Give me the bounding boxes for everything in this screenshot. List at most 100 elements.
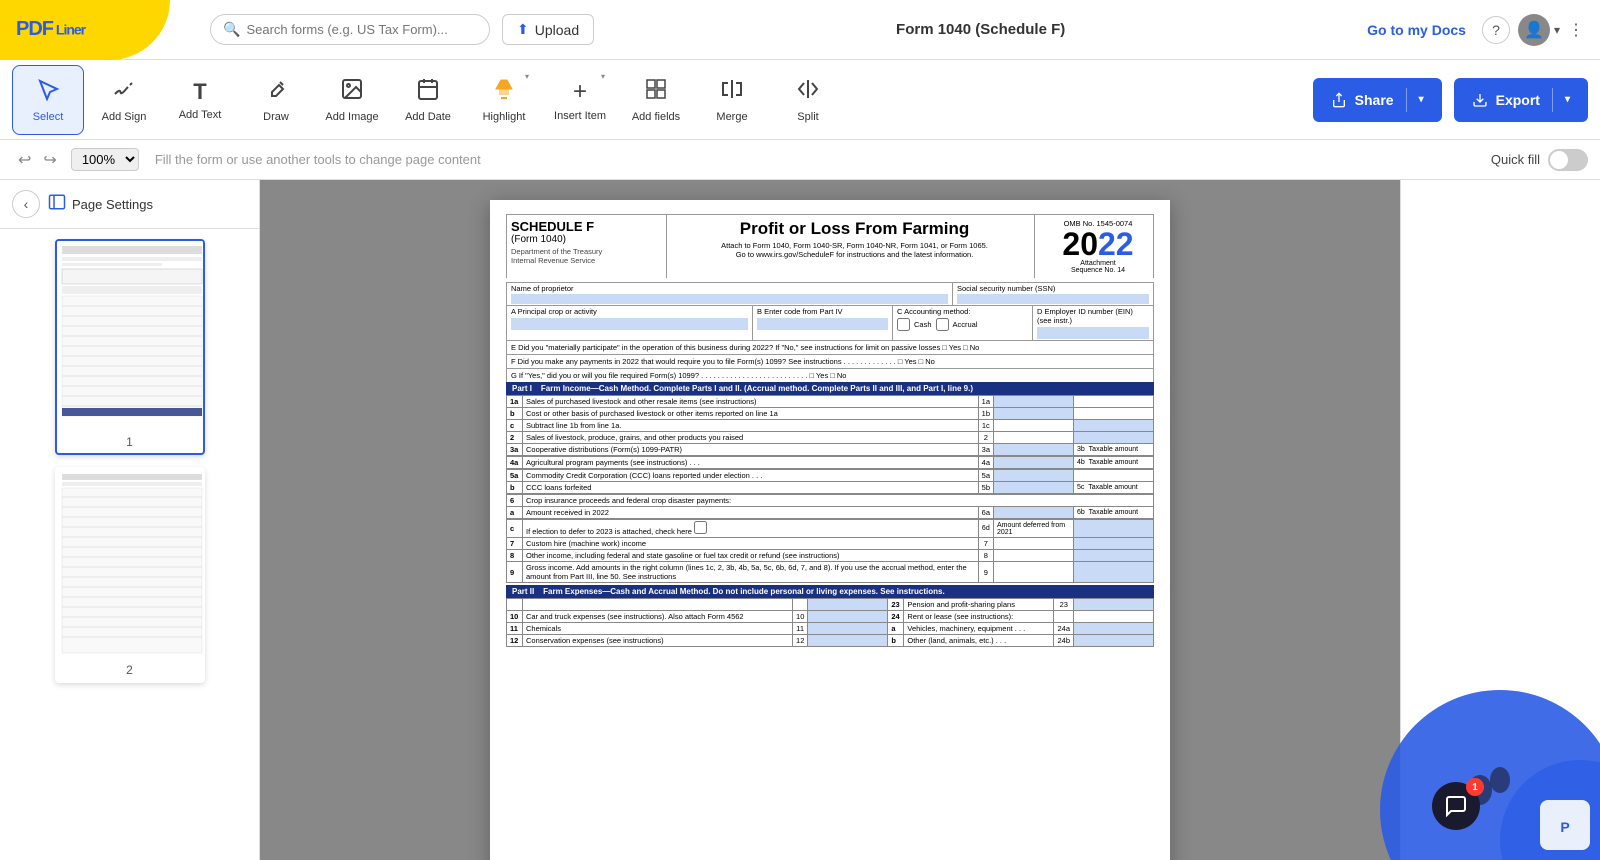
upload-button[interactable]: ⬆ Upload	[502, 14, 594, 45]
row-8: 8 Other income, including federal and st…	[507, 550, 1154, 562]
d-field[interactable]	[1037, 327, 1149, 339]
help-button[interactable]: ?	[1482, 16, 1510, 44]
field-7[interactable]	[1074, 538, 1154, 550]
name-field[interactable]	[511, 294, 948, 304]
field-6a[interactable]	[994, 507, 1074, 519]
row-9: 9 Gross income. Add amounts in the right…	[507, 562, 1154, 583]
more-options-icon[interactable]: ⋮	[1568, 20, 1584, 40]
field-2-right[interactable]	[1074, 432, 1154, 444]
draw-tool[interactable]: Draw	[240, 65, 312, 135]
field-5a-right	[1074, 470, 1154, 482]
name-ssn-row: Name of proprietor Social security numbe…	[506, 282, 1154, 305]
accrual-label: Accrual	[953, 320, 978, 329]
split-label: Split	[797, 111, 818, 123]
cash-checkbox[interactable]	[897, 318, 910, 331]
defer-checkbox[interactable]	[694, 521, 707, 534]
field-11[interactable]	[808, 623, 888, 635]
page-num-1: 1	[57, 431, 203, 453]
highlight-tool[interactable]: Highlight ▾	[468, 65, 540, 135]
main-area: ‹ Page Settings	[0, 180, 1600, 860]
income-table: 1a Sales of purchased livestock and othe…	[506, 395, 1154, 583]
add-date-label: Add Date	[405, 111, 451, 123]
a-field[interactable]	[511, 318, 748, 330]
expense-field-empty[interactable]	[808, 599, 888, 611]
field-1a-right	[1074, 396, 1154, 408]
add-fields-tool[interactable]: Add fields	[620, 65, 692, 135]
export-button[interactable]: Export ▾	[1454, 78, 1588, 122]
field-10[interactable]	[808, 611, 888, 623]
upload-label: Upload	[535, 22, 579, 38]
field-23[interactable]	[1074, 599, 1154, 611]
field-3a[interactable]	[994, 444, 1074, 456]
field-1c-right[interactable]	[1074, 420, 1154, 432]
document-area[interactable]: SCHEDULE F (Form 1040) Department of the…	[260, 180, 1400, 860]
split-icon	[796, 77, 820, 107]
a-label: A Principal crop or activity	[511, 307, 748, 316]
expense-header-row: 23 Pension and profit-sharing plans 23	[507, 599, 1154, 611]
field-1c	[994, 420, 1074, 432]
search-bar[interactable]: 🔍	[210, 14, 490, 45]
toolbar: Select Add Sign T Add Text Draw	[0, 60, 1600, 140]
chat-bubble[interactable]: 1	[1432, 782, 1480, 830]
page-thumb-1-preview	[57, 241, 203, 431]
page-settings-icon	[48, 193, 66, 216]
share-button[interactable]: Share ▾	[1313, 78, 1442, 122]
draw-icon	[264, 77, 288, 107]
row-6c: c If election to defer to 2023 is attach…	[507, 520, 1154, 538]
add-image-icon	[340, 77, 364, 107]
field-4a[interactable]	[994, 457, 1074, 469]
f-text: F Did you make any payments in 2022 that…	[511, 357, 935, 366]
row-7: 7 Custom hire (machine work) income 7	[507, 538, 1154, 550]
ssn-field[interactable]	[957, 294, 1149, 304]
merge-tool[interactable]: Merge	[696, 65, 768, 135]
b-label: B Enter code from Part IV	[757, 307, 888, 316]
add-image-label: Add Image	[325, 111, 378, 123]
undo-button[interactable]: ↩	[12, 146, 37, 174]
zoom-select[interactable]: 100% 75% 125% 150%	[71, 148, 139, 171]
add-text-icon: T	[193, 79, 206, 105]
b-field[interactable]	[757, 318, 888, 330]
page-thumb-1[interactable]: 1	[55, 239, 205, 455]
field-9[interactable]	[1074, 562, 1154, 583]
collapse-sidebar-button[interactable]: ‹	[12, 190, 40, 218]
cash-label: Cash	[914, 320, 932, 329]
add-text-tool[interactable]: T Add Text	[164, 65, 236, 135]
page-settings-button[interactable]: Page Settings	[48, 193, 153, 216]
field-12[interactable]	[808, 635, 888, 647]
select-tool[interactable]: Select	[12, 65, 84, 135]
insert-item-tool[interactable]: + Insert Item ▾	[544, 65, 616, 135]
row-3a: 3a Cooperative distributions (Form(s) 10…	[507, 444, 1154, 456]
row-11: 11 Chemicals 11 a Vehicles, machinery, e…	[507, 623, 1154, 635]
add-date-tool[interactable]: Add Date	[392, 65, 464, 135]
field-24b[interactable]	[1074, 635, 1154, 647]
row-2: 2 Sales of livestock, produce, grains, a…	[507, 432, 1154, 444]
quick-fill-toggle[interactable]	[1548, 149, 1588, 171]
add-image-tool[interactable]: Add Image	[316, 65, 388, 135]
add-sign-tool[interactable]: Add Sign	[88, 65, 160, 135]
fill-hint: Fill the form or use another tools to ch…	[155, 152, 1491, 167]
row-1b: b Cost or other basis of purchased lives…	[507, 408, 1154, 420]
field-24a[interactable]	[1074, 623, 1154, 635]
add-sign-icon	[112, 77, 136, 107]
page-thumb-2[interactable]: 2	[55, 467, 205, 683]
search-input[interactable]	[246, 22, 477, 37]
go-to-docs-link[interactable]: Go to my Docs	[1367, 22, 1466, 38]
field-6d[interactable]	[1074, 520, 1154, 538]
field-5b[interactable]	[994, 482, 1074, 494]
add-fields-icon	[644, 77, 668, 107]
user-chevron-icon[interactable]: ▾	[1554, 23, 1560, 37]
redo-button[interactable]: ↪	[37, 146, 62, 174]
field-1a[interactable]	[994, 396, 1074, 408]
toggle-knob	[1550, 151, 1568, 169]
g-text: G If "Yes," did you or will you file req…	[511, 371, 846, 380]
split-tool[interactable]: Split	[772, 65, 844, 135]
field-5a[interactable]	[994, 470, 1074, 482]
page-num-2: 2	[57, 659, 203, 681]
add-text-label: Add Text	[179, 109, 222, 121]
accrual-checkbox[interactable]	[936, 318, 949, 331]
part2-title: Farm Expenses—Cash and Accrual Method. D…	[543, 587, 945, 596]
field-1b[interactable]	[994, 408, 1074, 420]
field-8[interactable]	[1074, 550, 1154, 562]
row-6a: a Amount received in 2022 6a 6b Taxable …	[507, 507, 1154, 519]
user-avatar[interactable]: 👤	[1518, 14, 1550, 46]
